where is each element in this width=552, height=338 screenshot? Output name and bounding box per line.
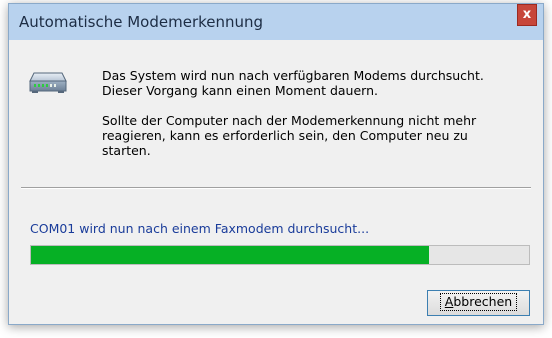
dialog-content: Das System wird nun nach verfügbaren Mod… bbox=[9, 40, 543, 324]
warning-line: starten. bbox=[102, 143, 151, 158]
warning-line: Sollte der Computer nach der Modemerkenn… bbox=[102, 113, 477, 128]
modem-detection-dialog: Automatische Modemerkennung x Das System… bbox=[8, 3, 544, 325]
progress-bar bbox=[30, 245, 530, 265]
status-text: COM01 wird nun nach einem Faxmodem durch… bbox=[30, 221, 370, 236]
progress-fill bbox=[31, 246, 430, 264]
cancel-button[interactable]: Abbrechen bbox=[427, 290, 530, 316]
close-icon: x bbox=[522, 7, 532, 22]
warning-paragraph: Sollte der Computer nach der Modemerkenn… bbox=[102, 113, 522, 158]
window-title: Automatische Modemerkennung bbox=[19, 13, 264, 31]
modem-icon bbox=[29, 72, 67, 93]
info-line: Dieser Vorgang kann einen Moment dauern. bbox=[102, 83, 378, 98]
close-button[interactable]: x bbox=[517, 4, 537, 26]
warning-line: reagieren, kann es erforderlich sein, de… bbox=[102, 128, 468, 143]
info-paragraph: Das System wird nun nach verfügbaren Mod… bbox=[102, 68, 522, 98]
separator bbox=[21, 187, 531, 189]
title-bar[interactable]: Automatische Modemerkennung x bbox=[9, 4, 543, 40]
info-line: Das System wird nun nach verfügbaren Mod… bbox=[102, 68, 484, 83]
cancel-button-label: Abbrechen bbox=[439, 293, 518, 311]
